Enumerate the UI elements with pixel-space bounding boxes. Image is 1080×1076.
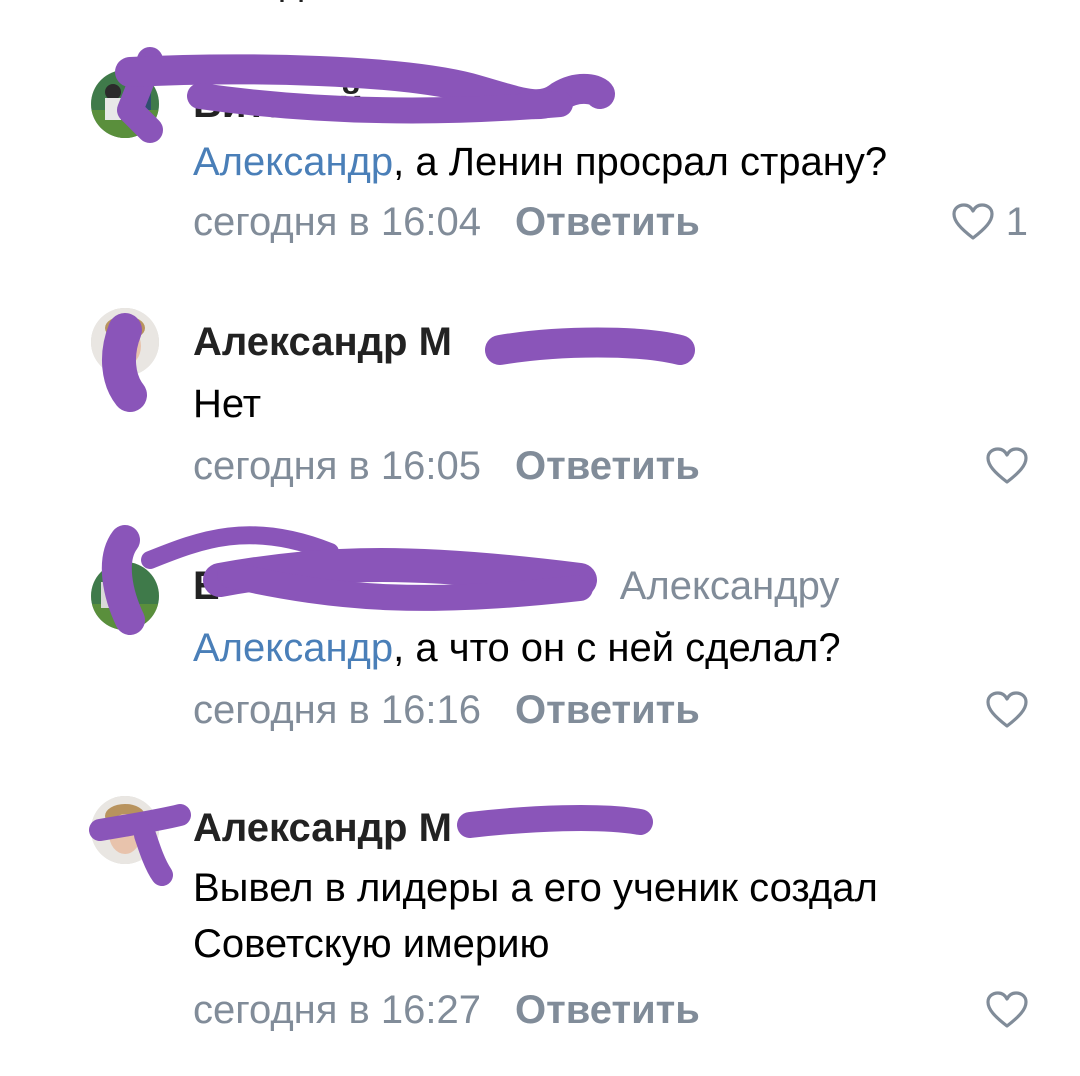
comments-page: д Виталий Александр, а Ленин просрал стр…: [0, 0, 1080, 1076]
comment-author[interactable]: Виталий: [193, 80, 363, 128]
mention-link[interactable]: Александр: [193, 140, 393, 184]
reply-button[interactable]: Ответить: [515, 444, 700, 488]
comment-date: сегодня в 16:16: [193, 688, 481, 732]
comment-meta: сегодня в 16:05 Ответить: [193, 442, 700, 490]
heart-icon: [986, 447, 1028, 484]
heart-icon: [986, 691, 1028, 728]
reply-button[interactable]: Ответить: [515, 688, 700, 732]
reply-button[interactable]: Ответить: [515, 200, 700, 244]
comment-date: сегодня в 16:27: [193, 988, 481, 1032]
avatar[interactable]: [91, 796, 159, 864]
like-count: 1: [1005, 199, 1028, 244]
comment-meta: сегодня в 16:04 Ответить: [193, 198, 700, 246]
cut-off-text: д: [280, 0, 340, 2]
mention-link[interactable]: Александр: [193, 626, 393, 670]
comment-text: Вывел в лидеры а его ученик создал Совет…: [193, 866, 878, 966]
comment-text: Александр, а что он с ней сделал?: [193, 626, 841, 670]
comment-meta: сегодня в 16:16 Ответить: [193, 686, 700, 734]
reply-to[interactable]: Александру: [620, 564, 840, 608]
comment-author[interactable]: Е Александру: [193, 562, 839, 610]
like-button[interactable]: [986, 986, 1028, 1034]
reply-button[interactable]: Ответить: [515, 988, 700, 1032]
comment-date: сегодня в 16:04: [193, 200, 481, 244]
author-name[interactable]: Е: [193, 564, 220, 608]
avatar[interactable]: [91, 308, 159, 376]
comment-author[interactable]: Александр М: [193, 318, 452, 366]
heart-icon: [986, 991, 1028, 1028]
like-button[interactable]: [986, 686, 1028, 734]
like-button[interactable]: 1: [952, 198, 1028, 246]
heart-icon: [952, 203, 994, 240]
comment-meta: сегодня в 16:27 Ответить: [193, 986, 700, 1034]
comment-author[interactable]: Александр М: [193, 804, 452, 852]
comment-date: сегодня в 16:05: [193, 444, 481, 488]
comment-text: Александр, а Ленин просрал страну?: [193, 140, 888, 184]
comment-text: Нет: [193, 382, 262, 426]
avatar[interactable]: [91, 562, 159, 630]
avatar[interactable]: [91, 70, 159, 138]
like-button[interactable]: [986, 442, 1028, 490]
